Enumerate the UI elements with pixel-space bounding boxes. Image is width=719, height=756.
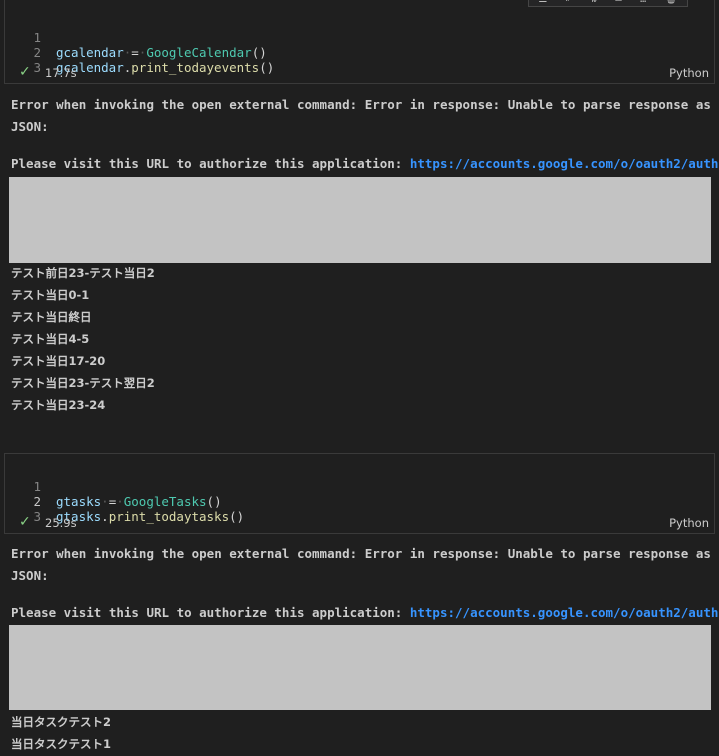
code-cell-tasks[interactable]: 1 gtasks·=·GoogleTasks() 2 gtasks.print_… xyxy=(4,453,715,534)
error-output-line: JSON: xyxy=(11,568,49,583)
language-indicator[interactable]: Python xyxy=(669,516,709,530)
more-icon[interactable]: … xyxy=(640,0,646,5)
execution-time: 25.9s xyxy=(45,516,77,530)
cell-status: ✓ 25.9s Python xyxy=(5,513,714,533)
execute-below-icon[interactable]: ⇅ xyxy=(591,0,597,5)
redacted-area xyxy=(9,625,711,710)
cell-status: ✓ 17.7s Python xyxy=(5,63,714,83)
code-editor[interactable]: 1 gtasks·=·GoogleTasks() 2 gtasks.print_… xyxy=(5,464,714,524)
code-line: 3 xyxy=(5,494,714,524)
event-item: テスト当日17-20 xyxy=(11,354,106,368)
task-item: 当日タスクテスト2 xyxy=(11,715,112,729)
event-item: テスト前日23-テスト当日2 xyxy=(11,266,155,280)
execute-above-icon[interactable]: ⇤ xyxy=(566,0,572,5)
event-item: テスト当日終日 xyxy=(11,310,92,324)
execution-time: 17.7s xyxy=(45,66,77,80)
redacted-area xyxy=(9,177,711,263)
error-output-line: Error when invoking the open external co… xyxy=(11,97,711,112)
run-by-line-icon[interactable]: ☰ xyxy=(538,0,547,5)
code-line: 2 gcalendar.print_todayevents() xyxy=(5,30,714,75)
auth-prompt: Please visit this URL to authorize this … xyxy=(11,605,719,620)
error-output-line: Error when invoking the open external co… xyxy=(11,546,711,561)
split-cell-icon[interactable]: ▭ xyxy=(615,0,621,5)
code-editor[interactable]: 1 gcalendar·=·GoogleCalendar() 2 gcalend… xyxy=(5,15,714,75)
notebook-page: ☰ ⇤ ⇅ ▭ … 🗑 1 gcalendar·=·GoogleCalendar… xyxy=(0,0,719,756)
code-line: 1 gcalendar·=·GoogleCalendar() xyxy=(5,15,714,60)
code-line: 1 gtasks·=·GoogleTasks() xyxy=(5,464,714,509)
event-item: テスト当日23-テスト翌日2 xyxy=(11,376,155,390)
language-indicator[interactable]: Python xyxy=(669,66,709,80)
check-icon: ✓ xyxy=(19,64,31,80)
code-line: 2 gtasks.print_todaytasks() xyxy=(5,479,714,524)
check-icon: ✓ xyxy=(19,514,31,530)
event-item: テスト当日4-5 xyxy=(11,332,90,346)
error-output-line: JSON: xyxy=(11,119,49,134)
auth-url-link[interactable]: https://accounts.google.com/o/oauth2/aut… xyxy=(410,156,719,171)
event-item: テスト当日0-1 xyxy=(11,288,90,302)
auth-prompt: Please visit this URL to authorize this … xyxy=(11,156,719,171)
cell-toolbar: ☰ ⇤ ⇅ ▭ … 🗑 xyxy=(528,0,688,7)
code-cell-calendar[interactable]: ☰ ⇤ ⇅ ▭ … 🗑 1 gcalendar·=·GoogleCalendar… xyxy=(4,0,715,84)
task-item: 当日タスクテスト1 xyxy=(11,737,112,751)
auth-url-link[interactable]: https://accounts.google.com/o/oauth2/aut… xyxy=(410,605,719,620)
event-item: テスト当日23-24 xyxy=(11,398,106,412)
code-line: 3 xyxy=(5,45,714,75)
delete-icon[interactable]: 🗑 xyxy=(665,0,678,5)
